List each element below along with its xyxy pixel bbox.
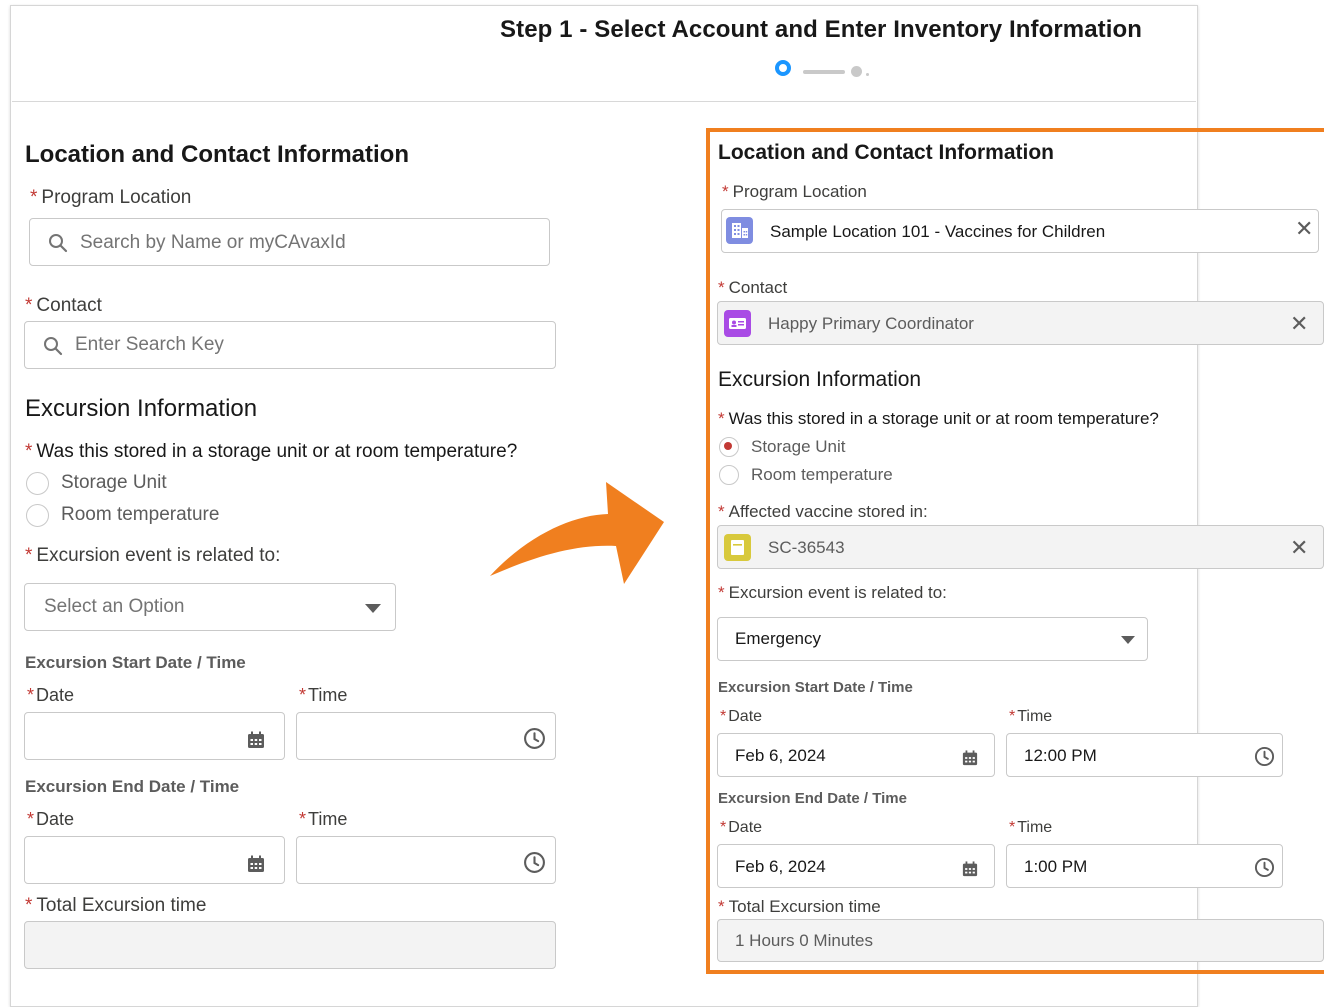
- right-affected-input[interactable]: SC-36543 ✕: [717, 525, 1324, 569]
- left-total-output: [24, 921, 556, 969]
- calendar-icon[interactable]: [247, 731, 265, 749]
- right-end-time-input[interactable]: 1:00 PM: [1006, 844, 1283, 888]
- progress-bar: [803, 70, 845, 74]
- right-start-date-label: * Date: [720, 708, 763, 725]
- progress-step-next: [851, 66, 862, 77]
- close-icon[interactable]: ✕: [1295, 218, 1313, 240]
- right-total-output: 1 Hours 0 Minutes: [717, 919, 1324, 962]
- left-start-time-input[interactable]: [296, 712, 556, 760]
- step-title: Step 1 - Select Account and Enter Invent…: [500, 16, 1143, 43]
- right-start-date-value: Feb 6, 2024: [735, 746, 826, 765]
- left-contact-placeholder: Enter Search Key: [75, 334, 224, 355]
- storage-unit-icon: [724, 534, 751, 561]
- right-excursion-title: Excursion Information: [718, 368, 922, 391]
- left-contact-input[interactable]: Enter Search Key: [24, 321, 556, 369]
- right-program-location-label: * Program Location: [722, 182, 867, 201]
- left-program-location-input[interactable]: Search by Name or myCAvaxId: [29, 218, 550, 266]
- right-event-value: Emergency: [735, 629, 821, 648]
- left-start-date-input[interactable]: [24, 712, 285, 760]
- right-contact-label: * Contact: [718, 278, 788, 297]
- left-event-placeholder: Select an Option: [44, 596, 185, 617]
- arrow-icon: [490, 482, 664, 584]
- right-end-date-value: Feb 6, 2024: [735, 857, 826, 876]
- left-end-time-label: * Time: [299, 809, 348, 829]
- right-contact-value: Happy Primary Coordinator: [768, 314, 974, 333]
- right-radio-storage-label: Storage Unit: [751, 437, 846, 456]
- right-contact-input[interactable]: Happy Primary Coordinator ✕: [717, 301, 1324, 345]
- left-end-head: Excursion End Date / Time: [25, 777, 240, 796]
- progress-step-end: [866, 73, 869, 76]
- right-end-head: Excursion End Date / Time: [718, 790, 907, 807]
- progress-step-current: [775, 60, 791, 76]
- right-event-select[interactable]: Emergency: [717, 617, 1148, 661]
- right-stored-question: * Was this stored in a storage unit or at…: [718, 409, 1159, 428]
- left-stored-question: * Was this stored in a storage unit or at…: [25, 441, 518, 462]
- left-event-label: * Excursion event is related to:: [25, 545, 281, 566]
- right-affected-value: SC-36543: [768, 538, 845, 557]
- calendar-icon[interactable]: [962, 750, 978, 766]
- left-start-date-label: * Date: [27, 685, 75, 705]
- left-section-title: Location and Contact Information: [25, 141, 409, 168]
- left-end-date-input[interactable]: [24, 836, 285, 884]
- right-end-date-input[interactable]: Feb 6, 2024: [717, 844, 995, 888]
- right-program-location-input[interactable]: Sample Location 101 - Vaccines for Child…: [721, 209, 1319, 253]
- left-total-label: * Total Excursion time: [25, 895, 207, 916]
- left-excursion-title: Excursion Information: [25, 395, 258, 422]
- left-radio-storage-unit[interactable]: [26, 472, 49, 495]
- left-program-location-placeholder: Search by Name or myCAvaxId: [80, 232, 346, 253]
- right-start-head: Excursion Start Date / Time: [718, 679, 913, 696]
- calendar-icon[interactable]: [962, 861, 978, 877]
- left-radio-storage-label: Storage Unit: [61, 472, 167, 493]
- close-icon[interactable]: ✕: [1290, 537, 1308, 559]
- chevron-down-icon: [1121, 636, 1135, 644]
- left-end-date-label: * Date: [27, 809, 75, 829]
- left-program-location-label: * Program Location: [30, 187, 192, 208]
- right-radio-storage-unit[interactable]: [719, 437, 739, 457]
- right-end-date-label: * Date: [720, 819, 763, 836]
- clock-icon[interactable]: [1254, 857, 1275, 878]
- right-affected-label: * Affected vaccine stored in:: [718, 502, 928, 521]
- right-end-time-label: * Time: [1009, 819, 1053, 836]
- right-total-label: * Total Excursion time: [718, 897, 881, 916]
- close-icon[interactable]: ✕: [1290, 313, 1308, 335]
- contact-card-icon: [724, 310, 751, 337]
- calendar-icon[interactable]: [247, 855, 265, 873]
- search-icon: [44, 337, 63, 356]
- right-total-value: 1 Hours 0 Minutes: [735, 931, 873, 950]
- right-start-time-value: 12:00 PM: [1024, 746, 1097, 765]
- right-end-time-value: 1:00 PM: [1024, 857, 1088, 876]
- left-start-time-label: * Time: [299, 685, 348, 705]
- left-event-select[interactable]: Select an Option: [24, 583, 396, 631]
- left-start-head: Excursion Start Date / Time: [25, 653, 246, 672]
- right-radio-room-label: Room temperature: [751, 465, 893, 484]
- right-program-location-value: Sample Location 101 - Vaccines for Child…: [770, 222, 1106, 241]
- left-contact-label: * Contact: [25, 295, 102, 316]
- right-start-date-input[interactable]: Feb 6, 2024: [717, 733, 995, 777]
- right-start-time-label: * Time: [1009, 708, 1053, 725]
- clock-icon[interactable]: [523, 727, 546, 750]
- clock-icon[interactable]: [1254, 746, 1275, 767]
- building-icon: [726, 217, 753, 244]
- left-radio-room-label: Room temperature: [61, 504, 220, 525]
- left-radio-room-temperature[interactable]: [26, 504, 49, 527]
- search-icon: [49, 234, 68, 253]
- right-radio-room-temperature[interactable]: [719, 465, 739, 485]
- right-event-label: * Excursion event is related to:: [718, 583, 947, 602]
- clock-icon[interactable]: [523, 851, 546, 874]
- chevron-down-icon: [365, 604, 381, 613]
- left-end-time-input[interactable]: [296, 836, 556, 884]
- header-divider: [12, 101, 1196, 102]
- right-start-time-input[interactable]: 12:00 PM: [1006, 733, 1283, 777]
- right-section-title: Location and Contact Information: [718, 141, 1054, 164]
